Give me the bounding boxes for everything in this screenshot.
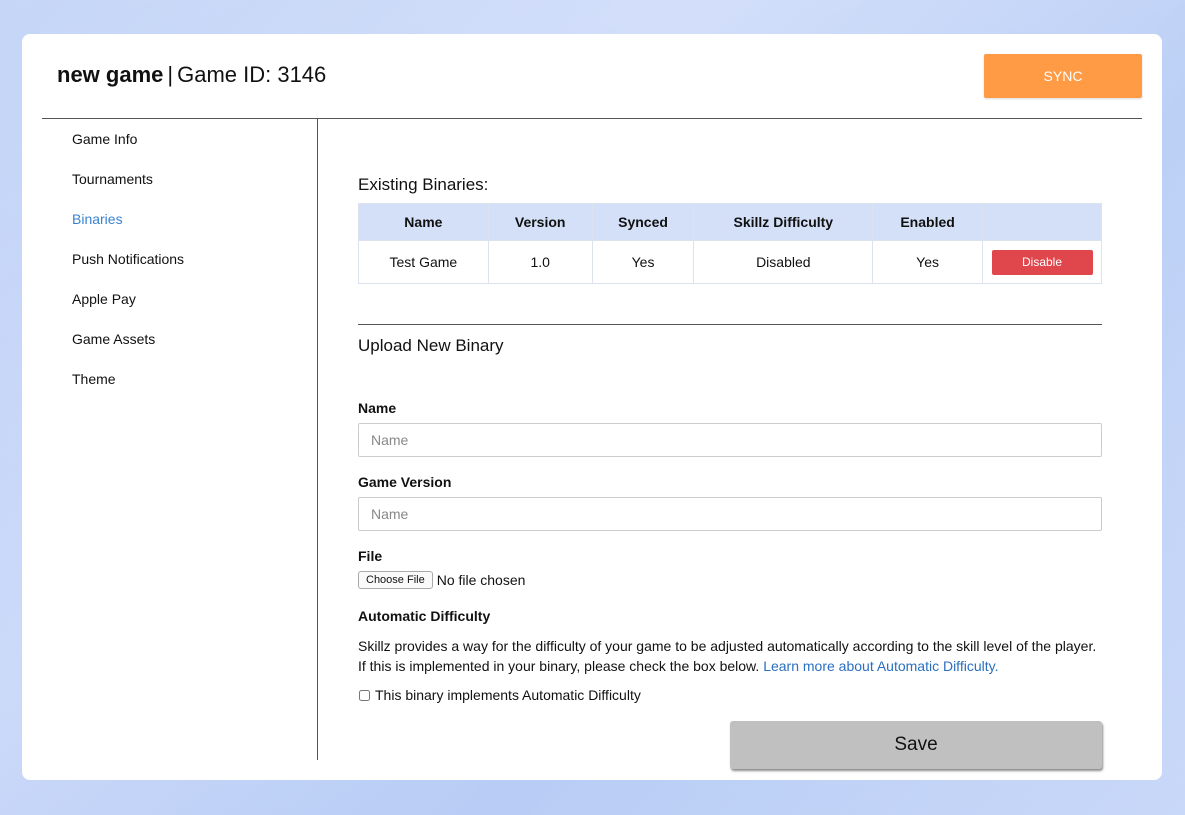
sidebar-item-theme[interactable]: Theme [72,371,116,387]
sidebar-item-game-assets[interactable]: Game Assets [72,331,155,347]
game-version-input[interactable] [358,497,1102,531]
column-header-version: Version [487,203,593,241]
automatic-difficulty-description: Skillz provides a way for the difficulty… [358,636,1102,676]
description-line-1: Skillz provides a way for the difficulty… [358,638,1097,654]
game-id: Game ID: 3146 [177,62,327,87]
table-row: Test Game 1.0 Yes Disabled Yes Disable [358,240,1102,284]
name-label: Name [358,400,397,416]
description-line-2: If this is implemented in your binary, p… [358,656,1102,676]
name-input[interactable] [358,423,1102,457]
automatic-difficulty-checkbox[interactable] [359,689,370,701]
main-card: new game | Game ID: 3146 SYNC Game Info To… [22,34,1162,780]
column-header-name: Name [358,203,489,241]
file-picker: Choose File No file chosen [358,571,525,589]
cell-version: 1.0 [487,240,593,284]
table-header-row: Name Version Synced Skillz Difficulty En… [358,203,1102,241]
existing-binaries-title: Existing Binaries: [358,175,489,194]
cell-difficulty: Disabled [693,240,874,284]
save-button[interactable]: Save [730,721,1102,769]
cell-enabled: Yes [872,240,983,284]
cell-synced: Yes [591,240,695,284]
cell-action: Disable [982,240,1102,284]
title-separator: | [167,62,174,87]
column-header-enabled: Enabled [872,203,983,241]
binaries-table: Name Version Synced Skillz Difficulty En… [358,203,1102,284]
checkbox-label: This binary implements Automatic Difficu… [375,687,641,703]
file-status: No file chosen [436,572,526,588]
automatic-difficulty-checkbox-row[interactable]: This binary implements Automatic Difficu… [358,687,641,703]
sidebar: Game Info Tournaments Binaries Push Noti… [42,119,318,760]
sidebar-item-apple-pay[interactable]: Apple Pay [72,291,136,307]
sidebar-item-binaries[interactable]: Binaries [72,211,123,227]
cell-name: Test Game [358,240,489,284]
column-header-skillz-difficulty: Skillz Difficulty [693,203,874,241]
sidebar-item-push-notifications[interactable]: Push Notifications [72,251,184,267]
sidebar-item-tournaments[interactable]: Tournaments [72,171,153,187]
choose-file-button[interactable]: Choose File [358,571,433,589]
game-version-label: Game Version [358,474,452,490]
file-label: File [358,548,383,564]
automatic-difficulty-label: Automatic Difficulty [358,608,491,624]
learn-more-link[interactable]: Learn more about Automatic Difficulty. [763,658,998,674]
sidebar-item-game-info[interactable]: Game Info [72,131,137,147]
column-header-actions [982,203,1102,241]
column-header-synced: Synced [591,203,695,241]
disable-button[interactable]: Disable [991,249,1093,275]
section-divider [358,324,1102,325]
game-name: new game [57,62,164,87]
sync-button[interactable]: SYNC [984,54,1142,98]
page-title: new game | Game ID: 3146 [57,62,326,88]
description-line-2-text: If this is implemented in your binary, p… [358,658,760,674]
upload-binary-title: Upload New Binary [358,336,504,355]
